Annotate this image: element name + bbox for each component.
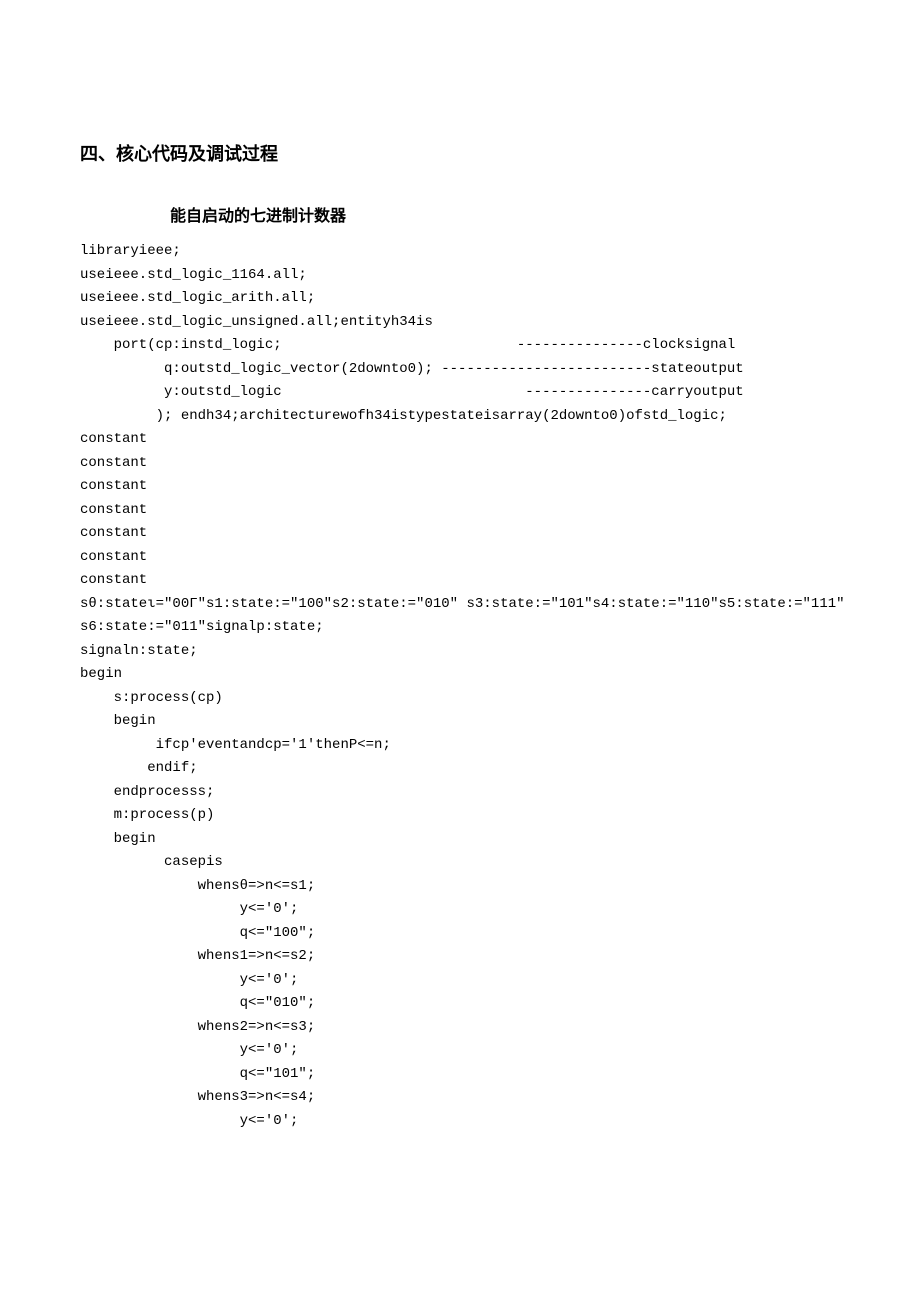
section-heading: 四、核心代码及调试过程 [80,140,840,166]
document-page: 四、核心代码及调试过程 能自启动的七进制计数器 libraryieee; use… [0,0,920,1193]
code-block: libraryieee; useieee.std_logic_1164.all;… [80,240,840,1133]
subheading: 能自启动的七进制计数器 [170,202,840,226]
